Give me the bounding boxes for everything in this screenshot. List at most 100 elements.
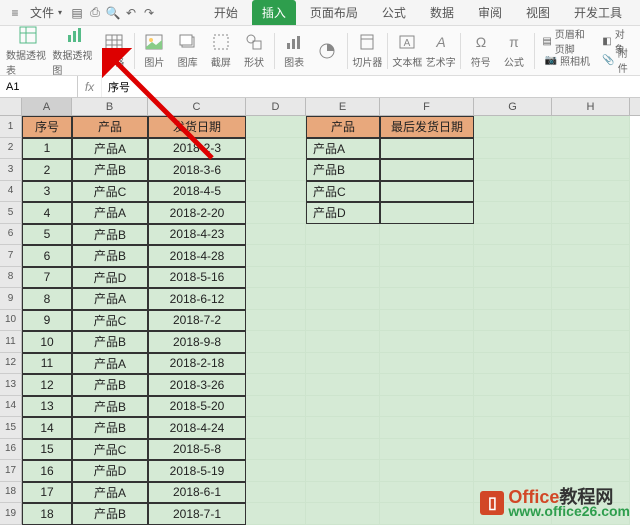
- row-header[interactable]: 5: [0, 202, 22, 224]
- cell[interactable]: 产品A: [72, 288, 148, 310]
- menu-icon[interactable]: ≡: [8, 6, 22, 20]
- cell[interactable]: [474, 331, 552, 353]
- cell[interactable]: 4: [22, 202, 72, 224]
- cell[interactable]: [552, 310, 630, 332]
- cell[interactable]: 2018-6-12: [148, 288, 246, 310]
- cell[interactable]: 产品B: [306, 159, 380, 181]
- row-header[interactable]: 10: [0, 310, 22, 332]
- cell[interactable]: 产品: [306, 116, 380, 138]
- cell[interactable]: 产品C: [72, 439, 148, 461]
- cell[interactable]: [474, 245, 552, 267]
- cell[interactable]: [306, 396, 380, 418]
- row-header[interactable]: 7: [0, 245, 22, 267]
- cell[interactable]: 2018-7-2: [148, 310, 246, 332]
- col-header-g[interactable]: G: [474, 98, 552, 115]
- row-header[interactable]: 12: [0, 353, 22, 375]
- cell[interactable]: [246, 396, 306, 418]
- row-header[interactable]: 8: [0, 267, 22, 289]
- cell[interactable]: 2018-5-20: [148, 396, 246, 418]
- cell[interactable]: [380, 181, 474, 203]
- cell[interactable]: 产品B: [72, 417, 148, 439]
- cell[interactable]: [306, 288, 380, 310]
- cell[interactable]: [380, 138, 474, 160]
- tab-review[interactable]: 审阅: [468, 0, 512, 25]
- cell[interactable]: [552, 460, 630, 482]
- cell[interactable]: [246, 288, 306, 310]
- cell[interactable]: 产品A: [72, 202, 148, 224]
- cell[interactable]: [552, 116, 630, 138]
- cell[interactable]: [474, 159, 552, 181]
- cell[interactable]: 3: [22, 181, 72, 203]
- cell[interactable]: 产品C: [72, 181, 148, 203]
- cell[interactable]: 产品C: [306, 181, 380, 203]
- cell[interactable]: [552, 331, 630, 353]
- cell[interactable]: [246, 159, 306, 181]
- gallery-button[interactable]: 图库: [172, 28, 203, 74]
- textbox-button[interactable]: A文本框: [392, 28, 423, 74]
- cell[interactable]: [552, 374, 630, 396]
- cell[interactable]: [474, 181, 552, 203]
- attachment-button[interactable]: 📎附件: [598, 51, 634, 69]
- shapes-button[interactable]: 形状: [238, 28, 269, 74]
- cell[interactable]: 2018-5-19: [148, 460, 246, 482]
- cell[interactable]: [552, 181, 630, 203]
- cell[interactable]: [306, 224, 380, 246]
- cell[interactable]: [306, 482, 380, 504]
- cell[interactable]: 11: [22, 353, 72, 375]
- cell[interactable]: [306, 503, 380, 525]
- cell[interactable]: [474, 310, 552, 332]
- cell[interactable]: [380, 460, 474, 482]
- cell[interactable]: 产品B: [72, 245, 148, 267]
- cell[interactable]: 1: [22, 138, 72, 160]
- cell[interactable]: 产品A: [306, 138, 380, 160]
- cell[interactable]: [246, 374, 306, 396]
- row-header[interactable]: 9: [0, 288, 22, 310]
- cell[interactable]: 8: [22, 288, 72, 310]
- undo-icon[interactable]: ↶: [124, 6, 138, 20]
- cell[interactable]: [306, 267, 380, 289]
- cell[interactable]: [306, 353, 380, 375]
- cell[interactable]: [474, 202, 552, 224]
- cell[interactable]: 15: [22, 439, 72, 461]
- row-header[interactable]: 3: [0, 159, 22, 181]
- cell[interactable]: 2018-2-20: [148, 202, 246, 224]
- cell[interactable]: 2018-9-8: [148, 331, 246, 353]
- cell[interactable]: [306, 460, 380, 482]
- cell[interactable]: 6: [22, 245, 72, 267]
- cell[interactable]: 2018-5-8: [148, 439, 246, 461]
- cell[interactable]: [552, 202, 630, 224]
- symbol-button[interactable]: Ω符号: [465, 28, 496, 74]
- row-header[interactable]: 18: [0, 482, 22, 504]
- cell[interactable]: 2018-2-3: [148, 138, 246, 160]
- more-charts-button[interactable]: [312, 28, 343, 74]
- picture-button[interactable]: 图片: [139, 28, 170, 74]
- cell[interactable]: 最后发货日期: [380, 116, 474, 138]
- cell[interactable]: 2018-4-23: [148, 224, 246, 246]
- cell[interactable]: [552, 224, 630, 246]
- cell[interactable]: [306, 439, 380, 461]
- cell[interactable]: [474, 374, 552, 396]
- pivot-table-button[interactable]: 数据透视表: [6, 28, 50, 74]
- cell[interactable]: [380, 503, 474, 525]
- cell[interactable]: 2018-6-1: [148, 482, 246, 504]
- cell[interactable]: [246, 439, 306, 461]
- cell[interactable]: 产品B: [72, 224, 148, 246]
- cell[interactable]: [474, 116, 552, 138]
- cell[interactable]: 13: [22, 396, 72, 418]
- cell[interactable]: 产品: [72, 116, 148, 138]
- cell[interactable]: 2: [22, 159, 72, 181]
- cell[interactable]: 产品B: [72, 374, 148, 396]
- col-header-a[interactable]: A: [22, 98, 72, 115]
- cell[interactable]: [552, 439, 630, 461]
- cell[interactable]: [380, 159, 474, 181]
- header-footer-button[interactable]: ▤页眉和页脚: [538, 32, 596, 50]
- cell[interactable]: 产品C: [72, 310, 148, 332]
- cell[interactable]: 2018-3-26: [148, 374, 246, 396]
- slicer-button[interactable]: 切片器: [352, 28, 383, 74]
- cell[interactable]: [306, 310, 380, 332]
- cell[interactable]: [552, 245, 630, 267]
- camera-button[interactable]: 📷照相机: [538, 51, 596, 69]
- fx-icon[interactable]: fx: [78, 76, 102, 97]
- cell[interactable]: [306, 331, 380, 353]
- cell[interactable]: 产品A: [72, 353, 148, 375]
